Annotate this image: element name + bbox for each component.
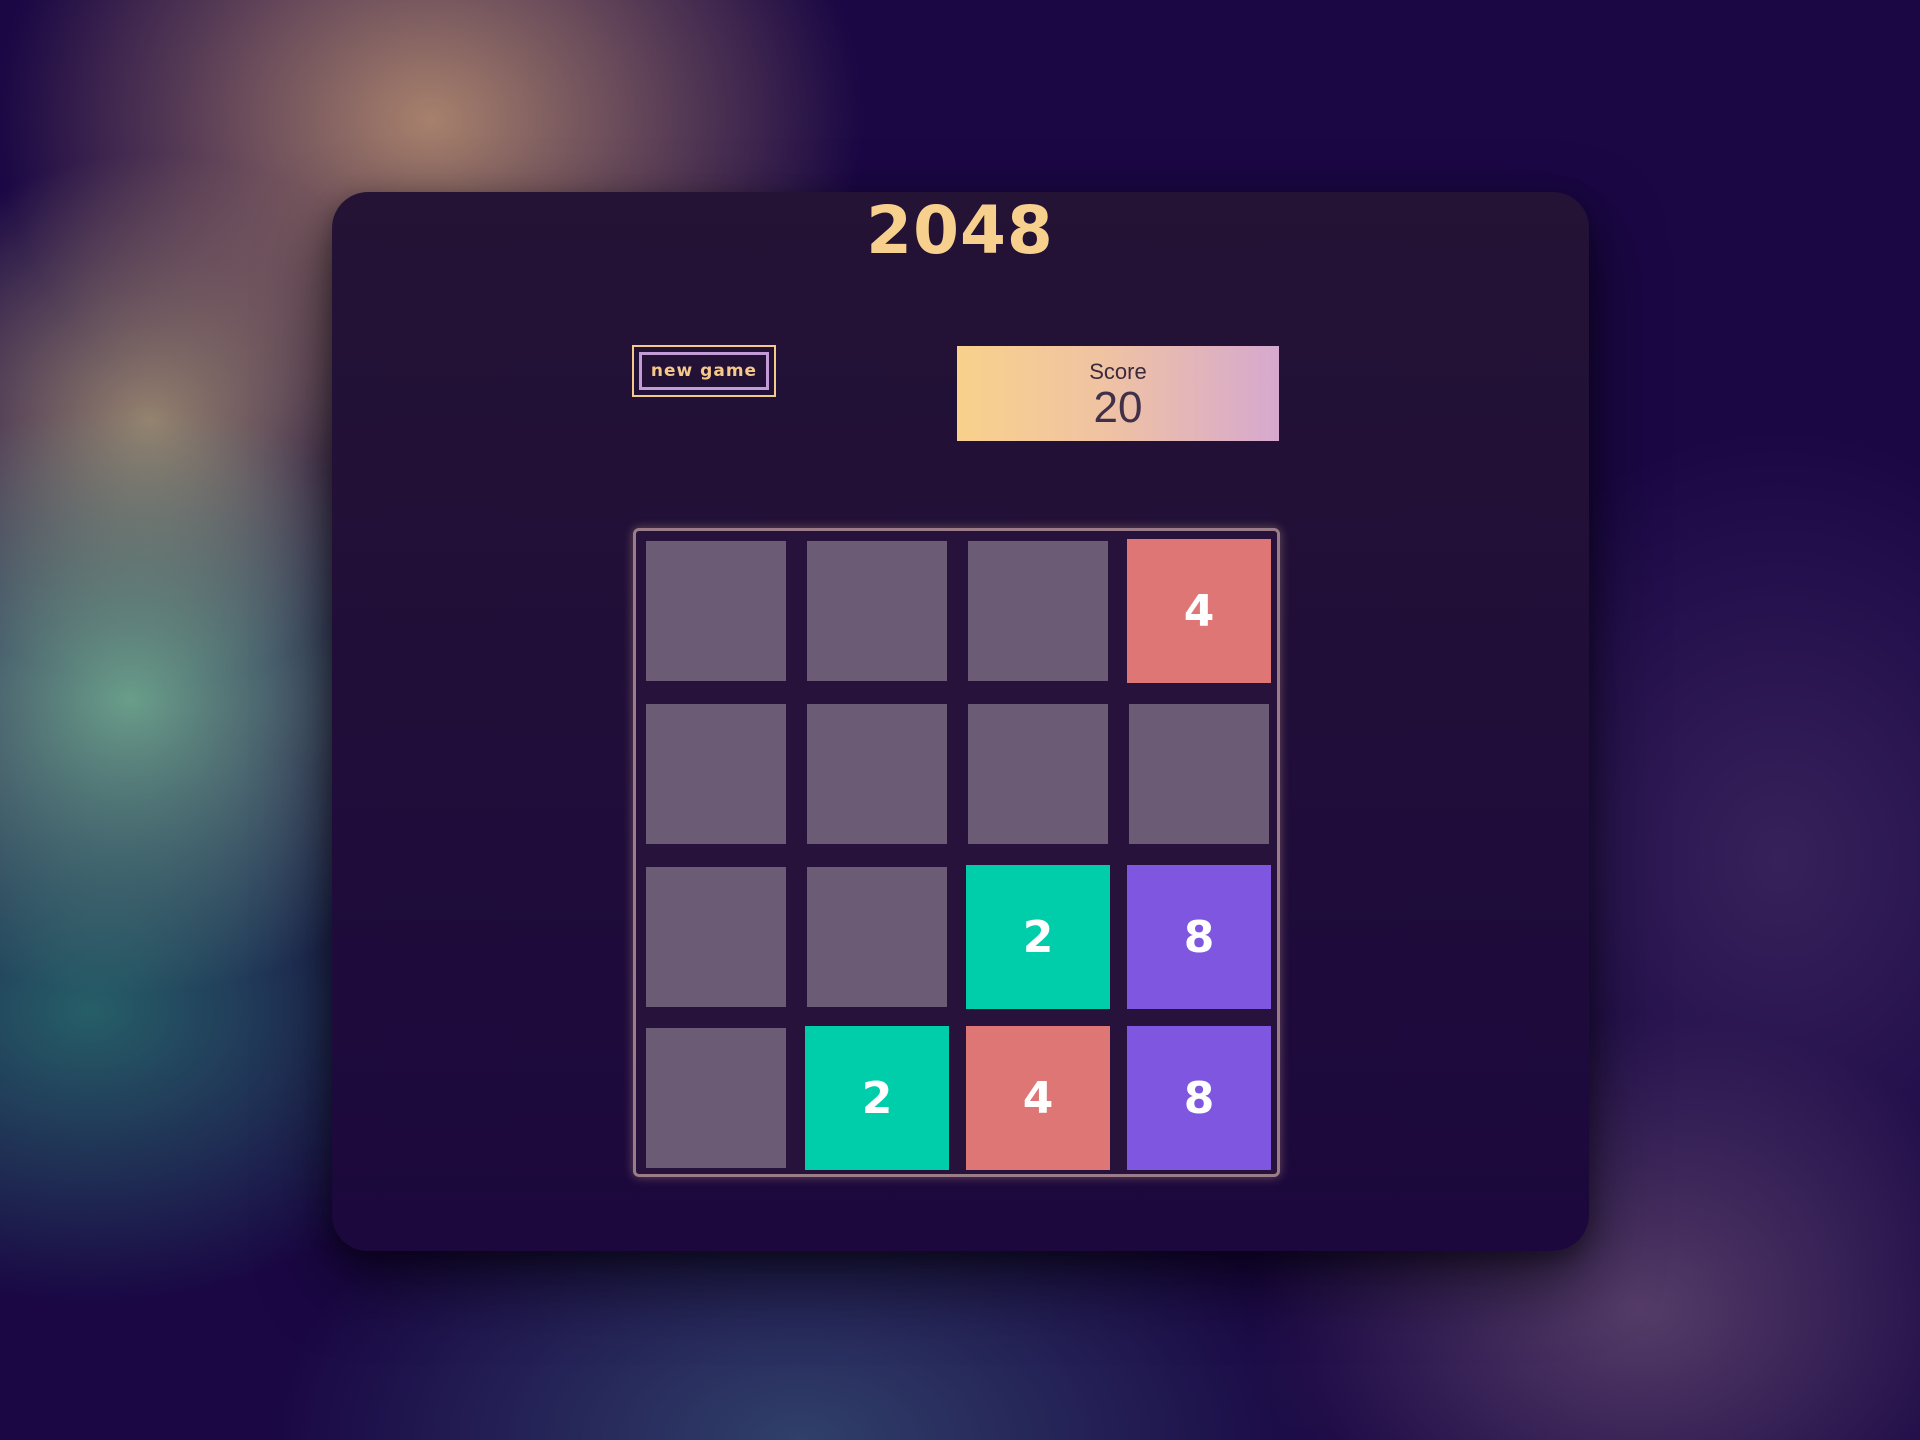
score-label: Score [1089, 359, 1147, 384]
empty-tile [646, 1028, 786, 1168]
tile-4: 4 [966, 1026, 1110, 1170]
game-title: 2048 [866, 192, 1054, 269]
empty-tile [968, 704, 1108, 844]
empty-tile [807, 867, 947, 1007]
empty-tile [968, 541, 1108, 681]
empty-tile [646, 704, 786, 844]
empty-tile [646, 867, 786, 1007]
empty-tile [646, 541, 786, 681]
game-board[interactable]: 428248 [633, 528, 1280, 1177]
new-game-label: new game [639, 352, 769, 390]
empty-tile [807, 704, 947, 844]
score-box: Score 20 [957, 346, 1279, 441]
tile-8: 8 [1127, 865, 1271, 1009]
new-game-button[interactable]: new game [632, 345, 776, 397]
tile-4: 4 [1127, 539, 1271, 683]
tile-2: 2 [966, 865, 1110, 1009]
score-value: 20 [1093, 383, 1143, 432]
tile-2: 2 [805, 1026, 949, 1170]
tile-8: 8 [1127, 1026, 1271, 1170]
empty-tile [807, 541, 947, 681]
empty-tile [1129, 704, 1269, 844]
